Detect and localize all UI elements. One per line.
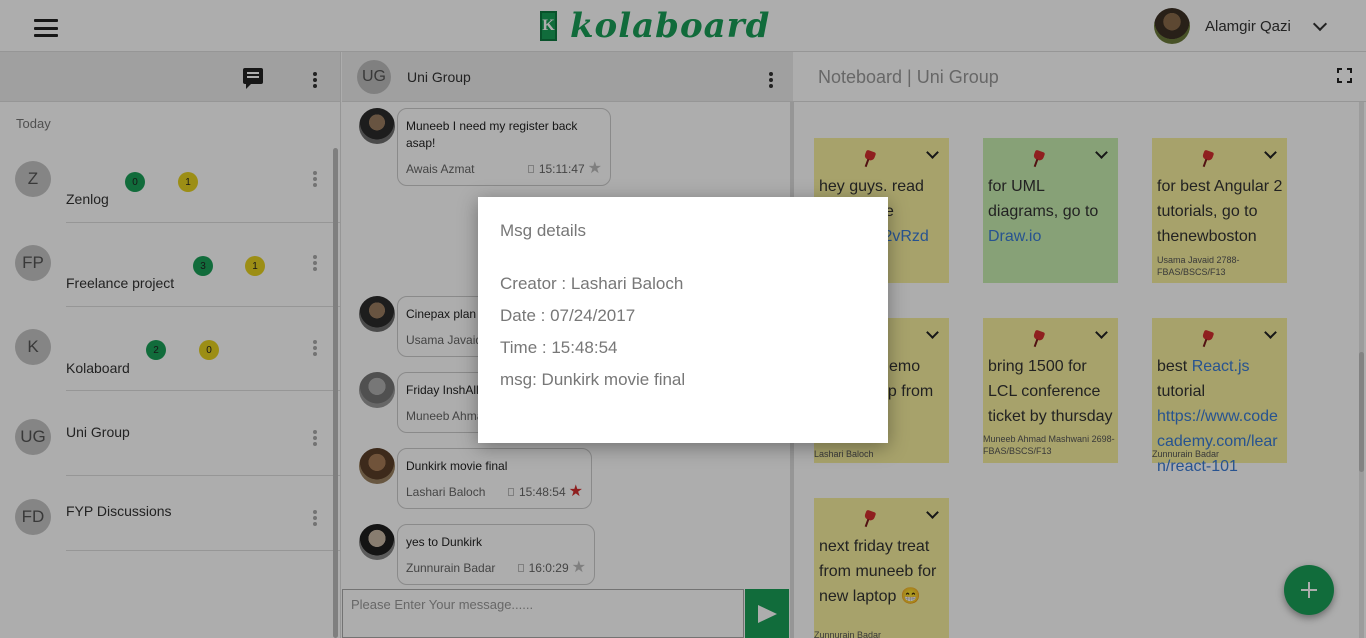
detail-date: Date : 07/24/2017 bbox=[500, 306, 636, 325]
msg-details-dialog: Msg details Creator : Lashari Baloch Dat… bbox=[478, 197, 888, 443]
detail-time: Time : 15:48:54 bbox=[500, 338, 618, 357]
detail-creator: Creator : Lashari Baloch bbox=[500, 274, 684, 293]
detail-msg: msg: Dunkirk movie final bbox=[500, 370, 686, 389]
app-root: { "app": { "logo_text": "kolaboard", "lo… bbox=[0, 0, 1366, 638]
dialog-title: Msg details bbox=[500, 221, 586, 240]
